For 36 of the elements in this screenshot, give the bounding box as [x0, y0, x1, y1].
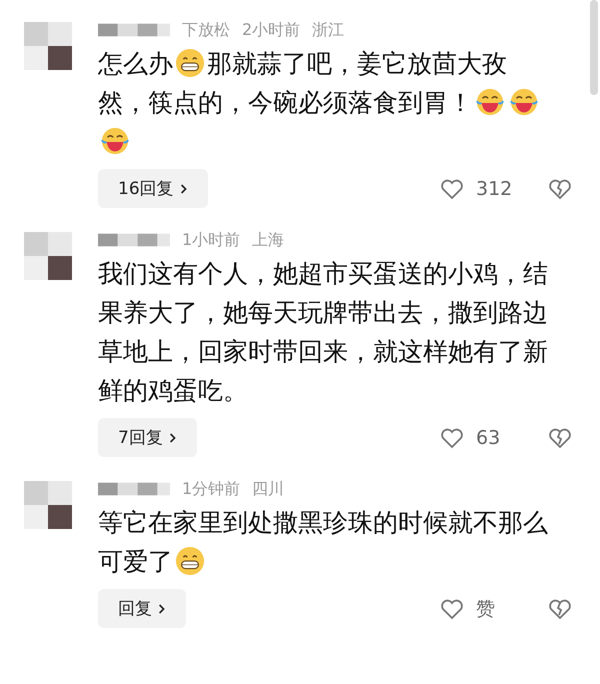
avatar-icon [24, 22, 72, 70]
comment-time: 1分钟前 [182, 478, 240, 500]
like-count: 赞 [476, 596, 496, 622]
comment-location: 浙江 [312, 20, 344, 40]
comment-time: 2小时前 [242, 20, 300, 40]
laughing-tears-emoji-icon [100, 126, 130, 156]
comment-location: 上海 [252, 230, 284, 250]
chevron-icon [168, 432, 177, 444]
broken-heart-icon[interactable] [548, 598, 572, 620]
comment-text: 怎么办 那就蒜了吧，姜它放茴大孜然，筷点的，今碗必须落食到胃！ [98, 44, 550, 161]
username: 下放松 [182, 20, 230, 40]
chevron-icon [180, 182, 188, 194]
comment-location: 四川 [252, 478, 284, 500]
blurred-name-icon [98, 480, 170, 498]
grin-emoji-icon [175, 546, 205, 576]
chevron-icon [158, 602, 166, 614]
comment-text: 等它在家里到处撒黑珍珠的时候就不那么可爱了 [98, 507, 549, 578]
comment-time: 1小时前 [182, 230, 240, 250]
avatar-icon [24, 232, 72, 280]
laughing-tears-emoji-icon [475, 87, 505, 117]
blurred-name-icon [98, 21, 170, 39]
heart-icon[interactable] [440, 426, 464, 448]
replies-button[interactable]: 回复 [98, 589, 186, 628]
replies-button[interactable]: 16回复 [98, 169, 208, 208]
heart-icon[interactable] [440, 178, 464, 200]
laughing-tears-emoji-icon [509, 87, 539, 117]
like-count: 63 [476, 426, 502, 448]
broken-heart-icon[interactable] [548, 178, 572, 200]
broken-heart-icon[interactable] [548, 426, 572, 448]
like-count: 312 [476, 178, 514, 200]
comment-text: 我们这有个人，她超市买蛋送的小鸡，结果养大了，她每天玩牌带出去，撒到路边草地上，回家时带回来，就这样她有了新鲜的鸡蛋吃。 [98, 258, 549, 407]
blurred-name-icon [98, 231, 170, 249]
avatar-icon [24, 481, 72, 529]
grin-emoji-icon [175, 48, 205, 78]
heart-icon[interactable] [440, 598, 464, 620]
replies-button[interactable]: 7回复 [98, 418, 197, 457]
